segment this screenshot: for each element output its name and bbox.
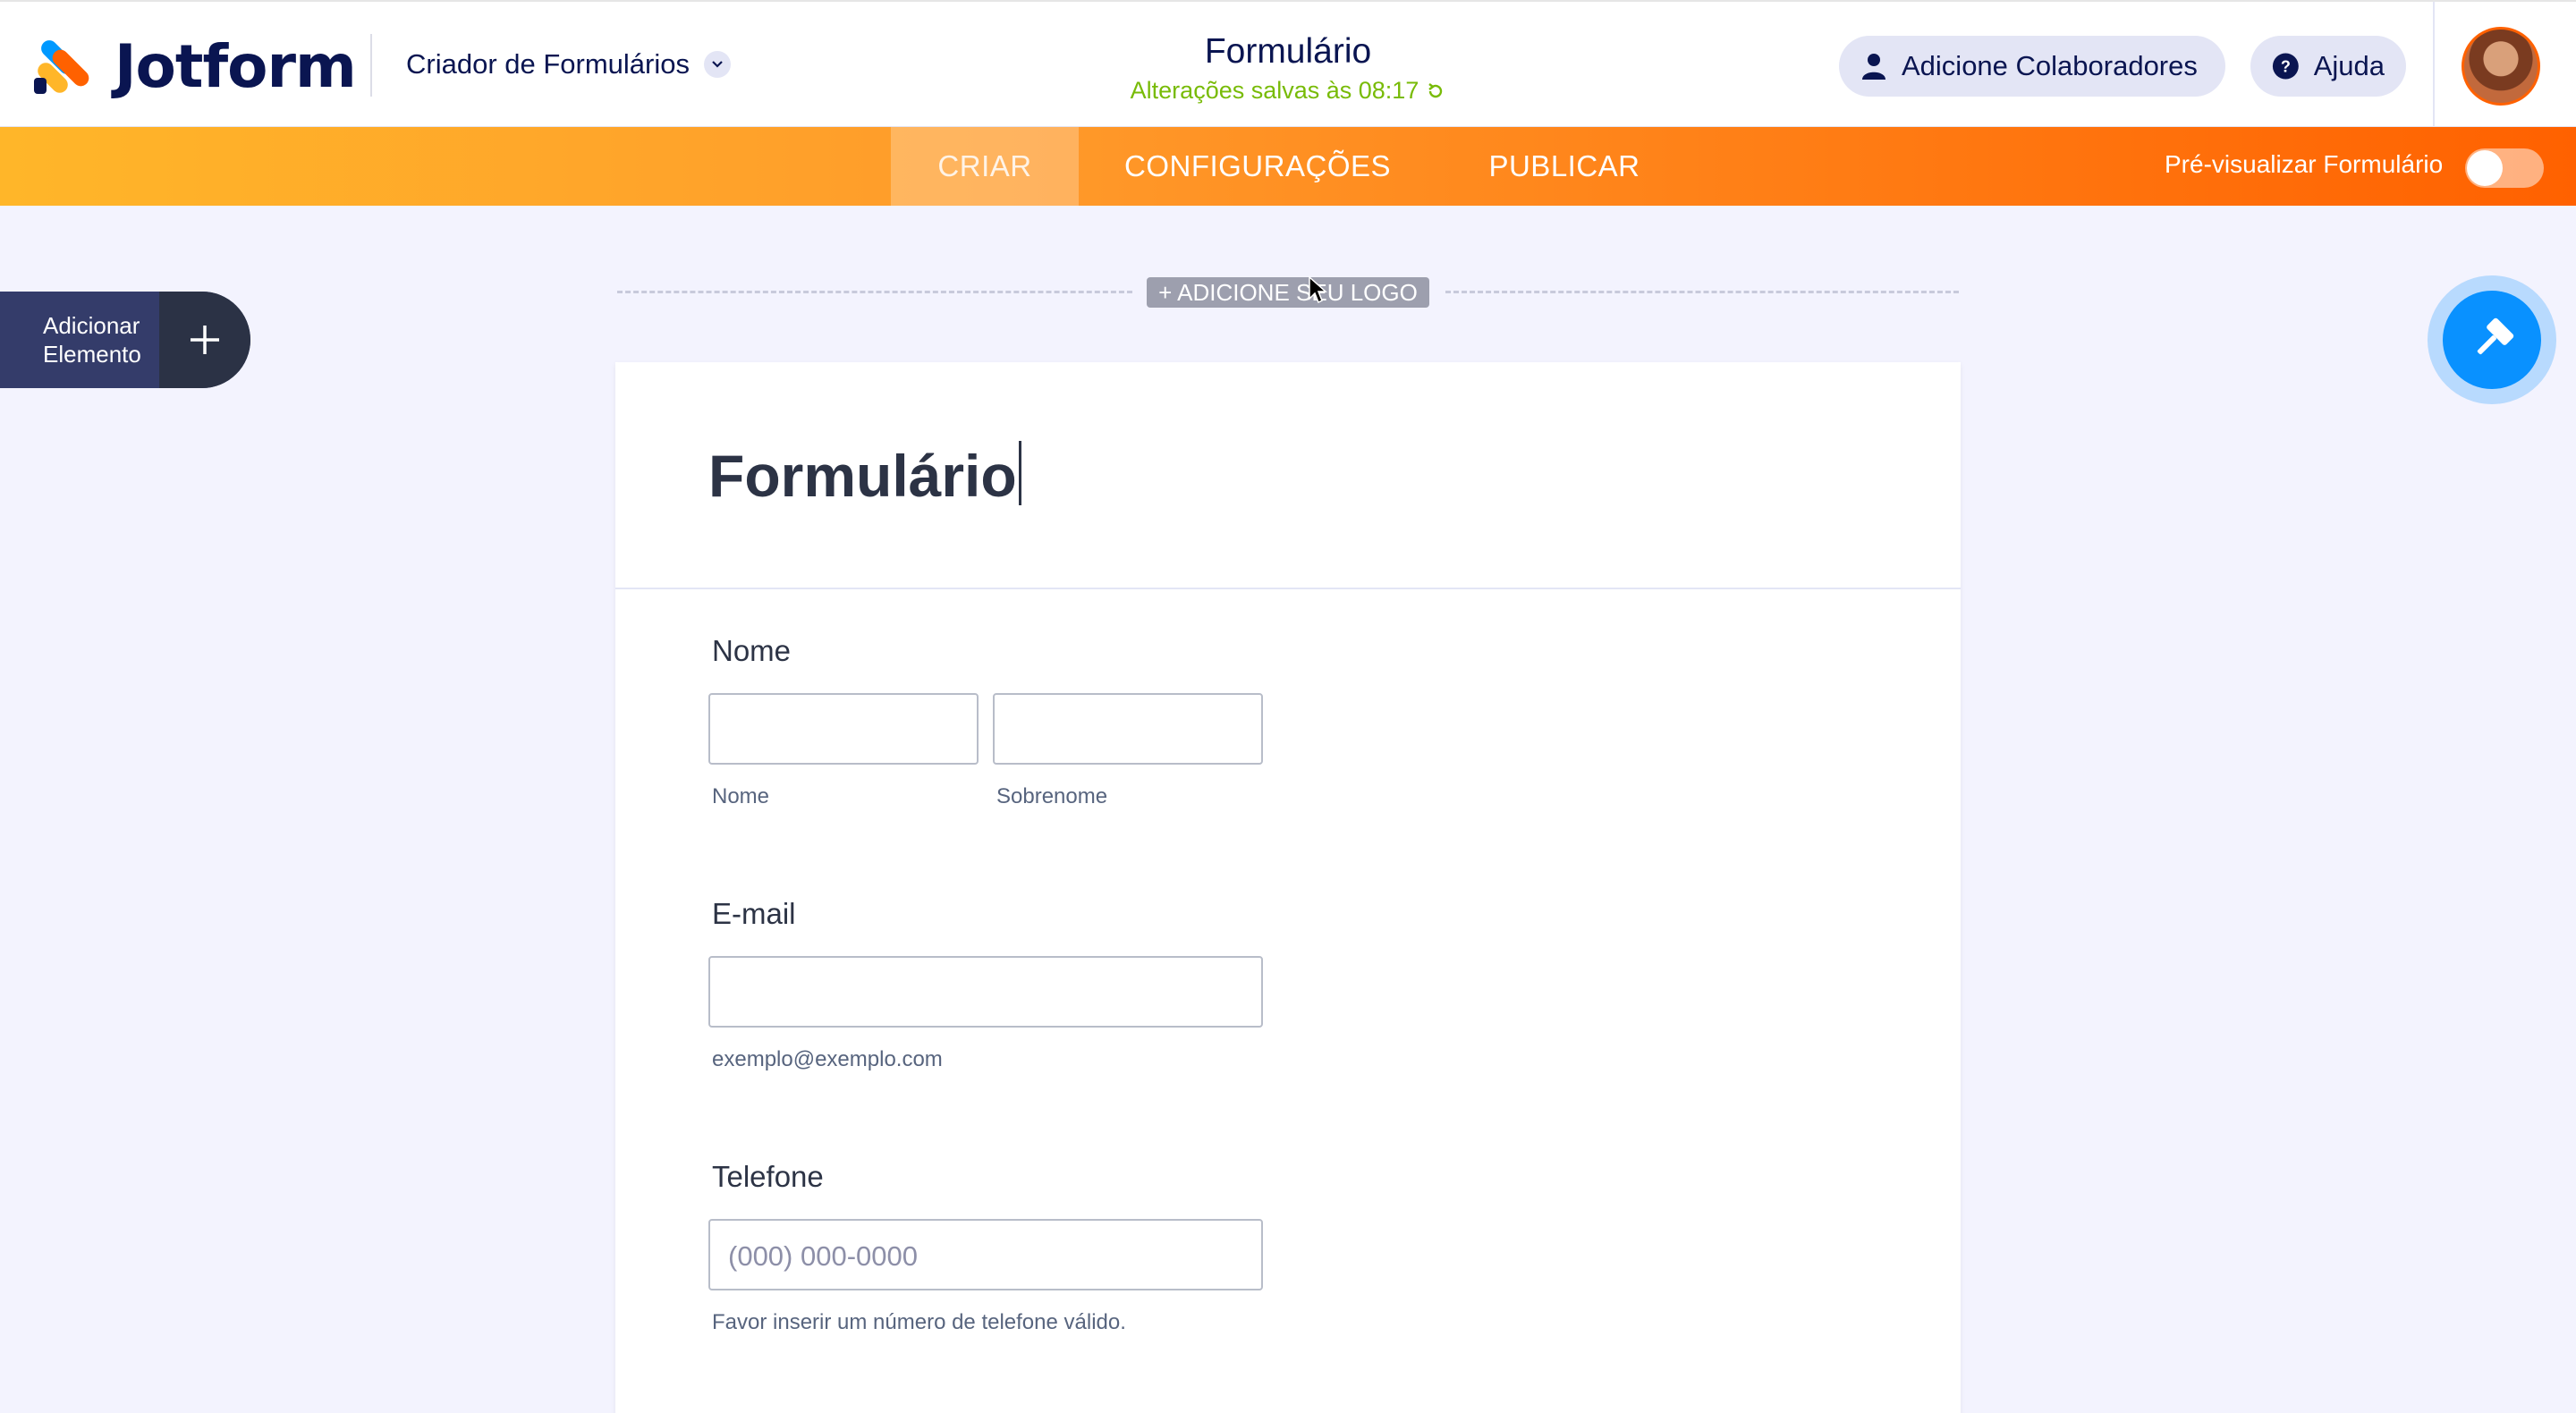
- plus-icon: [159, 292, 250, 388]
- chevron-down-icon: [704, 51, 731, 78]
- add-element-button[interactable]: Adicionar Elemento: [0, 292, 250, 388]
- divider: [2433, 2, 2435, 129]
- paint-roller-icon: [2443, 291, 2541, 389]
- help-label: Ajuda: [2313, 50, 2385, 81]
- last-name-sublabel: Sobrenome: [996, 784, 1108, 808]
- save-status: Alterações salvas às 08:17: [1109, 77, 1467, 105]
- form-designer-button[interactable]: [2428, 275, 2556, 404]
- help-icon: ?: [2272, 53, 2299, 80]
- builder-title-label: Criador de Formulários: [406, 48, 690, 80]
- logo-divider-left: [617, 291, 1132, 293]
- add-element-line1: Adicionar: [43, 312, 140, 339]
- form-header: Formulário: [615, 362, 1961, 589]
- builder-title-dropdown[interactable]: Criador de Formulários: [406, 48, 731, 80]
- form-card: Formulário Nome Nome Sobrenome E-mail ex…: [615, 362, 1961, 1413]
- svg-text:?: ?: [2281, 57, 2291, 75]
- jotform-logo[interactable]: Jotform: [32, 31, 357, 101]
- form-title-editable[interactable]: Formulário: [708, 441, 1021, 510]
- preview-toggle[interactable]: [2465, 148, 2544, 188]
- help-button[interactable]: ? Ajuda: [2250, 36, 2406, 97]
- tab-publicar[interactable]: PUBLICAR: [1436, 127, 1692, 206]
- phone-input[interactable]: (000) 000-0000: [708, 1219, 1263, 1290]
- tab-criar[interactable]: CRIAR: [891, 127, 1079, 206]
- header-form-title[interactable]: Formulário: [1109, 32, 1467, 72]
- add-collaborators-button[interactable]: Adicione Colaboradores: [1839, 36, 2225, 97]
- save-status-text: Alterações salvas às 08:17: [1130, 77, 1419, 104]
- add-element-label: Adicionar Elemento: [43, 311, 141, 368]
- add-collaborators-label: Adicione Colaboradores: [1902, 50, 2198, 81]
- text-caret: [1018, 441, 1021, 505]
- avatar[interactable]: [2462, 27, 2540, 106]
- email-sublabel: exemplo@exemplo.com: [712, 1047, 943, 1071]
- logo-divider-right: [1445, 291, 1959, 293]
- email-input[interactable]: [708, 956, 1263, 1028]
- first-name-sublabel: Nome: [712, 784, 770, 808]
- mouse-cursor-icon: [1309, 275, 1327, 304]
- name-field-label: Nome: [712, 634, 792, 667]
- top-bar: Jotform Criador de Formulários Formulári…: [0, 0, 2576, 129]
- user-icon: [1862, 54, 1885, 80]
- phone-sublabel: Favor inserir um número de telefone váli…: [712, 1310, 1126, 1334]
- toggle-knob: [2467, 150, 2503, 186]
- jotform-logo-icon: [32, 37, 93, 97]
- phone-placeholder: (000) 000-0000: [728, 1240, 918, 1272]
- preview-label: Pré-visualizar Formulário: [2165, 150, 2444, 178]
- email-field-label: E-mail: [712, 897, 796, 930]
- form-title-block: Formulário Alterações salvas às 08:17: [1109, 32, 1467, 105]
- form-title-text: Formulário: [708, 443, 1017, 509]
- first-name-input[interactable]: [708, 693, 979, 765]
- brand-name: Jotform: [114, 31, 357, 101]
- tab-configuracoes[interactable]: CONFIGURAÇÕES: [1079, 127, 1436, 206]
- add-logo-button[interactable]: + ADICIONE SEU LOGO: [1147, 277, 1429, 308]
- divider: [370, 34, 372, 97]
- phone-field-label: Telefone: [712, 1160, 824, 1193]
- last-name-input[interactable]: [993, 693, 1263, 765]
- tabs-bar: CRIAR CONFIGURAÇÕES PUBLICAR Pré-visuali…: [0, 127, 2576, 206]
- refresh-icon[interactable]: [1426, 81, 1445, 101]
- add-element-line2: Elemento: [43, 341, 141, 368]
